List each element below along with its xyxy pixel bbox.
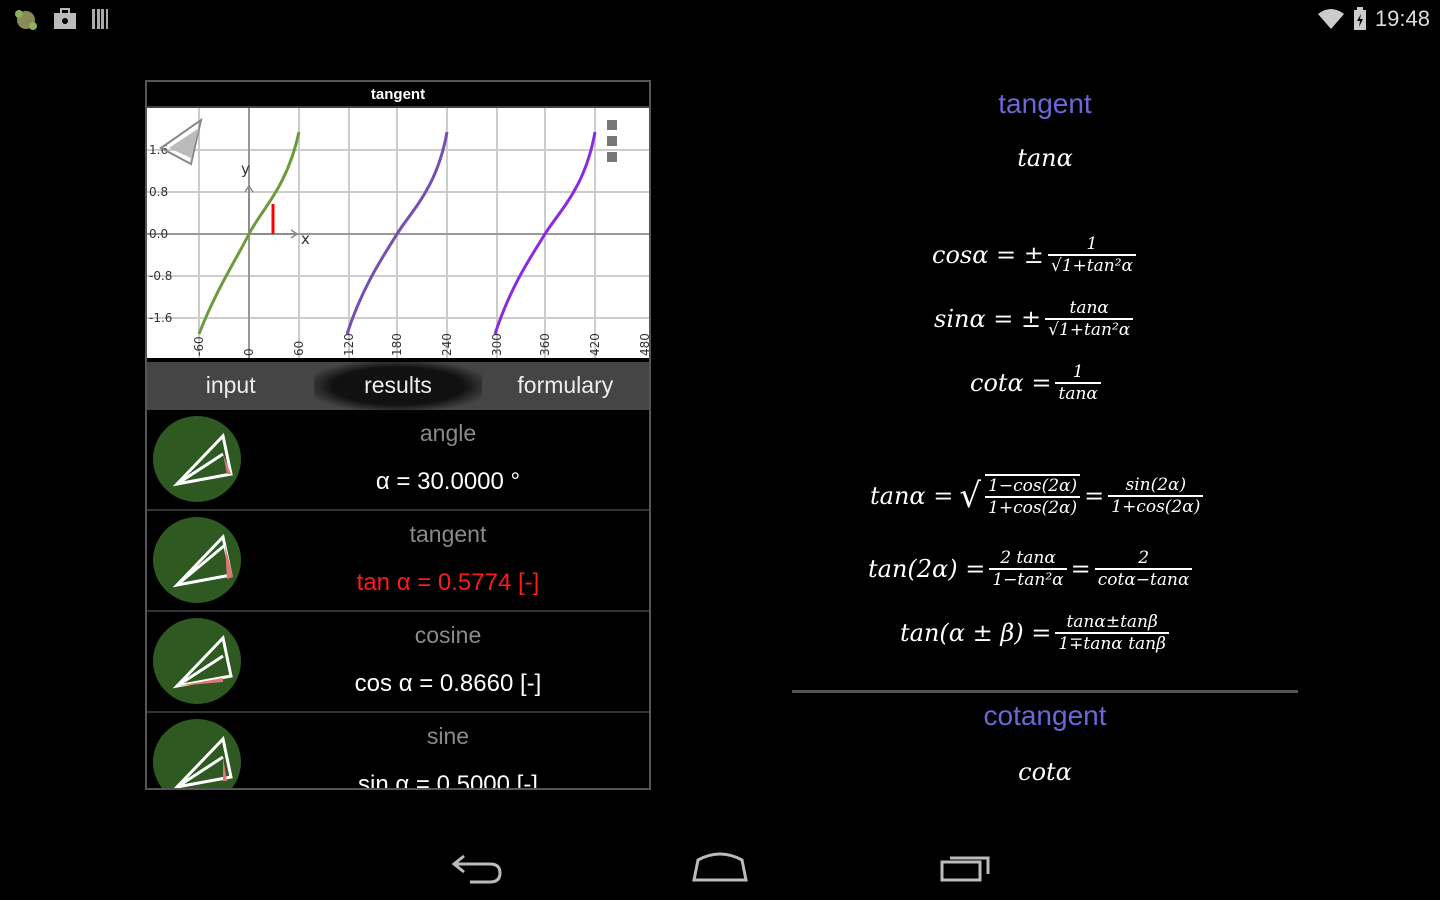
recent-apps-icon[interactable] [938,846,994,886]
unit-axes-indicator [244,184,299,239]
graph-canvas: y x 1.60.80.0-0.8-1.6 -60 0 60 120 180 240 300… [147,108,649,358]
eq-tan-sum: tan(α ± β) = tanα±tanβ 1∓tanα tanβ [900,612,1173,654]
y-tick-label: -1.6 [149,311,172,325]
x-tick-label: 60 [292,341,306,356]
row-title: tangent [409,521,487,547]
x-tick-label: 420 [588,333,602,356]
eq-tan-half-equals: = [1084,482,1105,510]
axis-y-label: y [241,160,250,178]
graph-title: tangent [147,82,649,108]
pan-navigator-icon[interactable] [159,117,203,166]
x-tick-label: 300 [490,333,504,356]
list-item[interactable]: angle α = 30.0000 ° [147,410,649,511]
eq-cos: cosα = ± 1 √1+tan²α [932,234,1140,276]
eq-cos-den: √1+tan²α [1047,254,1136,276]
row-title: cosine [414,622,482,648]
list-item[interactable]: sine sin α = 0.5000 [-] [147,713,649,790]
x-tick-label: 0 [242,348,256,356]
sine-thumbnail-icon [153,719,241,788]
eq-tansum-num: tanα±tanβ [1066,612,1158,632]
battery-icon [1353,7,1366,30]
eq-tan-half-den: 1+cos(2α) [985,496,1081,518]
list-item[interactable]: tangent tan α = 0.5774 [-] [147,511,649,612]
eq-sin: sinα = ± tanα √1+tan²α [934,298,1137,340]
formulary-heading-cotangent: cotangent [983,700,1107,731]
x-tick-label: 360 [538,333,552,356]
row-value: sin α = 0.5000 [-] [358,771,538,790]
formulary-heading-tangent: tangent [998,88,1092,119]
tab-results[interactable]: results [314,362,482,410]
y-tick-label: 0.0 [149,227,168,241]
eq-cot-lhs: cotα = [970,369,1052,397]
eq-tan2-equals: = [1070,555,1091,583]
row-value: α = 30.0000 ° [375,468,521,495]
section-divider [792,690,1298,693]
eq-tan-half-den2: 1+cos(2α) [1108,495,1204,517]
x-tick-label: 180 [390,333,404,356]
x-tick-label: -60 [192,336,206,356]
eq-tan-half-lhs: tanα = [870,482,954,510]
y-tick-label: -0.8 [149,269,172,283]
sqrt-symbol: √ [959,476,982,516]
eq-sin-lhs: sinα = ± [934,305,1042,333]
row-title: angle [419,420,477,446]
status-bar: 19:48 [0,0,1440,40]
row-title: sine [426,723,470,749]
axis-x-label: x [301,230,310,248]
tab-formulary[interactable]: formulary [482,362,649,410]
results-list: angle α = 30.0000 ° tangent tan α = 0.57… [147,410,649,790]
eq-cos-lhs: cosα = ± [932,241,1044,269]
x-tick-label: 120 [342,333,356,356]
x-tick-label: 480 [638,333,649,356]
back-icon[interactable] [450,846,504,886]
app-panel: tangent y x 1.6 0.8 0.0 -0.8 -1.6 -60 0 … [145,80,651,790]
eq-tan2-num2: 2 [1138,548,1150,568]
angle-thumbnail-icon [153,416,241,502]
x-tick-label: 240 [440,333,454,356]
status-clock: 19:48 [1374,6,1430,31]
row-value: tan α = 0.5774 [-] [356,569,540,596]
eq-tansum-den: 1∓tanα tanβ [1055,632,1169,654]
tab-bar: input results formulary [147,362,649,410]
tangent-thumbnail-icon [153,517,241,603]
eq-tan2-den: 1−tan²α [989,568,1067,590]
eq-sin-den: √1+tan²α [1045,318,1134,340]
android-debug-icon [15,10,37,30]
eq-cos-num: 1 [1086,234,1098,254]
eq-tan-half-angle: tanα = √ 1−cos(2α) 1+cos(2α) = sin(2α) 1+c… [870,474,1207,518]
home-icon[interactable] [690,846,750,886]
eq-tansum-lhs: tan(α ± β) = [900,619,1052,647]
barcode-icon [92,9,108,29]
overflow-menu-icon[interactable] [607,120,617,162]
navigation-bar [0,830,1440,900]
eq-tan2-den2: cotα−tanα [1094,568,1193,590]
eq-tan2-lhs: tan(2α) = [868,555,986,583]
eq-tan2-num: 2 tanα [1000,548,1056,568]
eq-cot-num: 1 [1072,362,1084,382]
eq-tan-half-num: 1−cos(2α) [988,476,1078,496]
eq-cot: cotα = 1 tanα [970,362,1105,404]
formulary-panel: tangent tanα cosα = ± 1 √1+tan²α sinα = ±… [790,80,1300,800]
eq-tan-half-num2: sin(2α) [1125,475,1187,495]
cosine-thumbnail-icon [153,618,241,704]
wifi-icon [1317,9,1344,29]
tangent-graph[interactable]: y x 1.6 0.8 0.0 -0.8 -1.6 -60 0 60 120 180 240 300… [147,108,649,358]
eq-cot-den: tanα [1055,382,1101,404]
formulary-sub-cotangent: cotα [1018,758,1072,786]
tab-input[interactable]: input [147,362,314,410]
eq-sin-num: tanα [1069,298,1109,318]
y-tick-label: 0.8 [149,185,168,199]
briefcase-icon [54,8,76,29]
row-value: cos α = 0.8660 [-] [354,670,542,697]
eq-tan-double-angle: tan(2α) = 2 tanα 1−tan²α = 2 cotα−tanα [868,548,1196,590]
formulary-sub-tangent: tanα [1017,144,1073,172]
list-item[interactable]: cosine cos α = 0.8660 [-] [147,612,649,713]
